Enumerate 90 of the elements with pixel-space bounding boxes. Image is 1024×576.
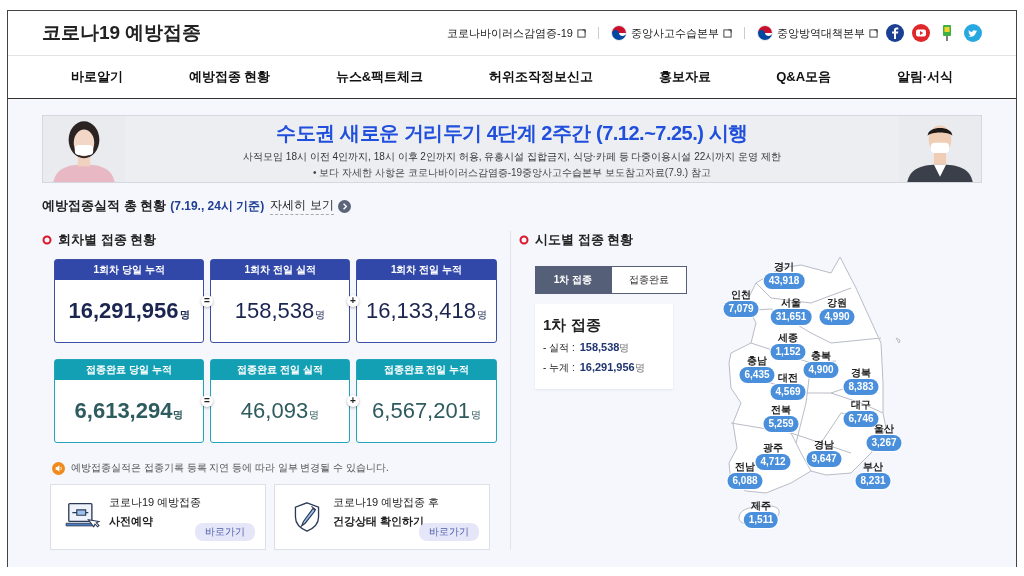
nav-item[interactable]: 바로알기 <box>70 68 123 86</box>
region-name: 대구 <box>851 399 871 411</box>
header-link[interactable]: 코로나바이러스감염증-19 <box>447 25 586 41</box>
region-count-badge[interactable]: 6,435 <box>739 367 775 383</box>
region-count-badge[interactable]: 6,088 <box>727 473 763 489</box>
card-text: 코로나19 예방접종 <box>109 495 202 510</box>
banner-title: 수도권 새로운 거리두기 4단계 2주간 (7.12.~7.25.) 시행 <box>275 121 749 146</box>
ring-icon <box>42 235 52 245</box>
new-window-icon <box>577 28 586 38</box>
play-icon[interactable] <box>912 24 930 42</box>
header-link[interactable]: 중앙방역대책본부 <box>757 25 878 41</box>
emblem-icon <box>611 25 627 41</box>
emblem-icon <box>757 25 773 41</box>
region-name: 충남 <box>747 355 767 367</box>
stat-label: 접종완료 전일 실적 <box>211 360 349 380</box>
chevron-right-icon[interactable] <box>337 199 351 213</box>
new-window-icon <box>723 28 732 38</box>
section-title: 회차별 접종 현황 <box>58 231 157 249</box>
notice-text: 예방접종실적은 접종기록 등록 지연 등에 따라 일부 변경될 수 있습니다. <box>71 461 389 475</box>
region-count-badge[interactable]: 5,259 <box>763 416 799 432</box>
tab[interactable]: 1차 접종 <box>535 266 611 294</box>
region-name: 전북 <box>771 404 791 416</box>
region-count-badge[interactable]: 1,511 <box>743 512 779 528</box>
details-link[interactable]: 자세히 보기 <box>270 197 334 215</box>
stat-label: 1회차 전일 실적 <box>211 260 349 280</box>
region-name: 인천 <box>731 289 751 301</box>
region-name: 전남 <box>735 461 755 473</box>
region-count-badge[interactable]: 4,900 <box>803 362 839 378</box>
region-name: 경남 <box>814 439 834 451</box>
go-button[interactable]: 바로가기 <box>195 523 255 541</box>
region-name: 부산 <box>863 461 883 473</box>
region-count-badge[interactable]: 9,647 <box>806 451 842 467</box>
region-name: 광주 <box>763 442 783 454</box>
stat-value: 6,567,201 명 <box>371 397 482 425</box>
stat-value: 16,133,418 명 <box>364 297 489 325</box>
region-name: 강원 <box>827 297 847 309</box>
region-count-badge[interactable]: 4,990 <box>819 309 855 325</box>
region-count-badge[interactable]: 3,267 <box>866 435 902 451</box>
region-count-badge[interactable]: 4,712 <box>755 454 791 470</box>
banner[interactable]: 수도권 새로운 거리두기 4단계 2주간 (7.12.~7.25.) 시행 사적모임 18시 이전 4인까지, 18시 이후 2인까지 허용, 유흥시설 집합금지, 식당·카페 등 다중이용시설 22시까지 운영 제한 • 보다 자세한 사항은 코로나바이러스감염증-19중앙사고수습본부 보도참고자료(7.9.) 참고 <box>42 115 982 183</box>
stat-label: 1회차 당일 누적 <box>55 260 203 280</box>
region-count-badge[interactable]: 4,569 <box>770 384 806 400</box>
tab[interactable]: 접종완료 <box>611 266 687 294</box>
nav-item[interactable]: 뉴스&팩트체크 <box>335 68 424 86</box>
nav-item[interactable]: 홍보자료 <box>658 68 711 86</box>
shortcut-card[interactable]: 코로나19 예방접종 사전예약 바로가기 <box>50 484 266 550</box>
social-icon[interactable] <box>886 24 904 42</box>
region-count-badge[interactable]: 31,651 <box>770 309 812 325</box>
header-link[interactable]: 중앙사고수습본부 <box>611 25 732 41</box>
stat-value: 46,093명 <box>239 397 321 425</box>
card-text: 코로나19 예방접종 후 <box>333 495 440 510</box>
stat-value: 6,613,294명 <box>73 397 185 425</box>
region-name: 경기 <box>774 261 794 273</box>
region-count-badge[interactable]: 1,152 <box>770 344 806 360</box>
info-value: 158,538명 <box>579 341 630 355</box>
region-count-badge[interactable]: 8,231 <box>855 473 891 489</box>
stat-label: 접종완료 당일 누적 <box>55 360 203 380</box>
ring-icon <box>519 235 529 245</box>
region-name: 대전 <box>778 372 798 384</box>
info-value: 16,291,956명 <box>579 361 645 375</box>
summary-title: 예방접종실적 총 현황 <box>42 197 167 215</box>
nav-item[interactable]: 예방접종 현황 <box>188 68 271 86</box>
stat-value: 16,291,956 명 <box>67 297 191 325</box>
info-title: 1차 접종 <box>543 316 602 335</box>
section-title: 시도별 접종 현황 <box>535 231 634 249</box>
stat-label: 접종완료 전일 누적 <box>357 360 496 380</box>
region-name: 충북 <box>811 350 831 362</box>
summary-date: (7.19., 24시 기준) <box>170 197 265 215</box>
shortcut-card[interactable]: 코로나19 예방접종 후 건강상태 확인하기 바로가기 <box>274 484 490 550</box>
bird-icon[interactable] <box>964 24 982 42</box>
banner-subtitle: 사적모임 18시 이전 4인까지, 18시 이후 2인까지 허용, 유흥시설 집합금지, 식당·카페 등 다중이용시설 22시까지 운영 제한 <box>242 150 782 164</box>
info-label: - 누계 : <box>543 361 575 375</box>
stat-value: 158,538명 <box>233 297 327 325</box>
card-title: 사전예약 <box>109 514 154 529</box>
banner-note: • 보다 자세한 사항은 코로나바이러스감염증-19중앙사고수습본부 보도참고자료(7.9.) 참고 <box>312 166 712 180</box>
region-name: 세종 <box>778 332 798 344</box>
region-name: 경북 <box>851 367 871 379</box>
region-name: 서울 <box>781 297 801 309</box>
region-count-badge[interactable]: 8,383 <box>843 379 879 395</box>
region-count-badge[interactable]: 7,079 <box>723 301 759 317</box>
nav-item[interactable]: 알림·서식 <box>896 68 954 86</box>
site-title[interactable]: 코로나19 예방접종 <box>42 20 202 46</box>
region-name: 제주 <box>751 500 771 512</box>
stat-label: 1회차 전일 누적 <box>357 260 496 280</box>
region-count-badge[interactable]: 43,918 <box>763 273 805 289</box>
new-window-icon <box>869 28 878 38</box>
nav-item[interactable]: Q&A모음 <box>776 68 832 86</box>
speaker-icon <box>52 461 65 475</box>
info-label: - 실적 : <box>543 341 575 355</box>
nav-item[interactable]: 허위조작정보신고 <box>488 68 593 86</box>
